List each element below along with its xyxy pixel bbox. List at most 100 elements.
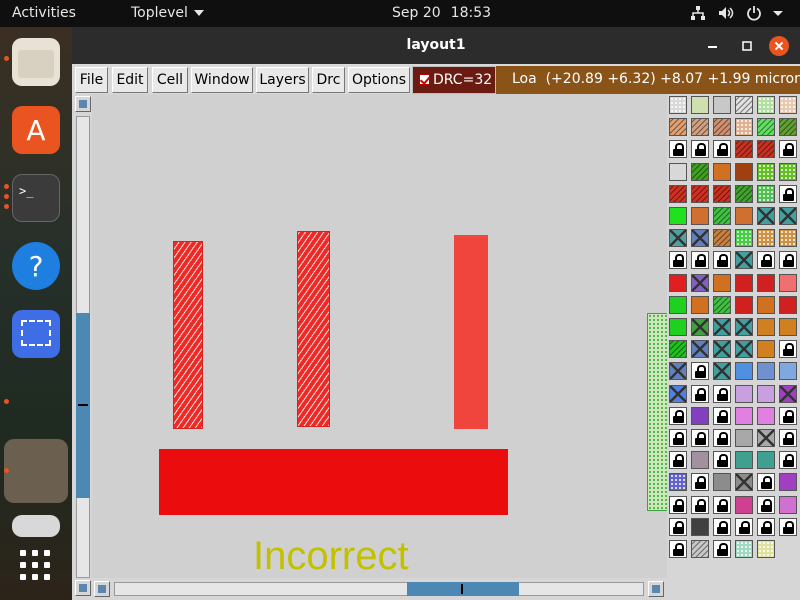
scroll-down-button[interactable]	[75, 580, 91, 596]
layer-swatch[interactable]	[713, 296, 731, 314]
layer-swatch[interactable]	[735, 296, 753, 314]
scroll-left-button[interactable]	[94, 581, 110, 597]
horizontal-scrollbar[interactable]	[92, 578, 667, 600]
layer-swatch[interactable]	[713, 473, 731, 491]
layer-swatch[interactable]	[691, 496, 709, 514]
layer-swatch[interactable]	[757, 451, 775, 469]
scroll-right-button[interactable]	[648, 581, 664, 597]
grid-icon[interactable]	[20, 550, 52, 582]
horizontal-scroll-thumb[interactable]	[407, 582, 519, 596]
layer-swatch[interactable]	[713, 340, 731, 358]
layer-swatch[interactable]	[735, 518, 753, 536]
layer-swatch[interactable]	[779, 429, 797, 447]
layer-swatch[interactable]	[779, 385, 797, 403]
system-tray[interactable]	[690, 5, 786, 23]
layer-swatch[interactable]	[713, 229, 731, 247]
layer-swatch[interactable]	[757, 340, 775, 358]
layer-swatch[interactable]	[669, 140, 687, 158]
layer-swatch[interactable]	[713, 118, 731, 136]
menu-options[interactable]: Options	[348, 67, 410, 93]
layer-swatch[interactable]	[669, 318, 687, 336]
layer-swatch[interactable]	[757, 118, 775, 136]
minimize-icon[interactable]	[703, 36, 723, 56]
layer-swatch[interactable]	[735, 385, 753, 403]
layer-swatch[interactable]	[713, 96, 731, 114]
layer-swatch[interactable]	[669, 362, 687, 380]
layer-swatch[interactable]	[757, 540, 775, 558]
layer-swatch[interactable]	[713, 518, 731, 536]
layer-swatch[interactable]	[669, 340, 687, 358]
layer-swatch[interactable]	[779, 96, 797, 114]
layer-swatch[interactable]	[779, 163, 797, 181]
layer-swatch[interactable]	[779, 451, 797, 469]
software-icon[interactable]: A	[12, 106, 60, 154]
layer-swatch[interactable]	[757, 362, 775, 380]
layer-swatch[interactable]	[779, 185, 797, 203]
layer-swatch[interactable]	[691, 407, 709, 425]
layer-swatch[interactable]	[779, 140, 797, 158]
drc-toggle[interactable]: DRC=32	[412, 66, 496, 94]
layer-swatch[interactable]	[691, 140, 709, 158]
layer-swatch[interactable]	[779, 229, 797, 247]
layer-swatch[interactable]	[735, 251, 753, 269]
vertical-scrollbar[interactable]	[72, 94, 92, 600]
layer-swatch[interactable]	[757, 296, 775, 314]
layer-swatch[interactable]	[757, 140, 775, 158]
layer-swatch[interactable]	[757, 496, 775, 514]
window-titlebar[interactable]: layout1	[72, 27, 800, 64]
layer-swatch[interactable]	[669, 407, 687, 425]
layer-swatch[interactable]	[735, 362, 753, 380]
layer-swatch[interactable]	[713, 140, 731, 158]
terminal-icon[interactable]: >_	[12, 174, 60, 222]
layer-swatch[interactable]	[757, 318, 775, 336]
layer-swatch[interactable]	[713, 185, 731, 203]
layer-swatch[interactable]	[713, 207, 731, 225]
layer-swatch[interactable]	[779, 207, 797, 225]
layer-swatch[interactable]	[735, 274, 753, 292]
layer-swatch[interactable]	[735, 340, 753, 358]
layer-swatch[interactable]	[691, 540, 709, 558]
layer-swatch[interactable]	[713, 451, 731, 469]
layer-swatch[interactable]	[735, 207, 753, 225]
layer-swatch[interactable]	[691, 340, 709, 358]
layer-swatch[interactable]	[735, 496, 753, 514]
layer-swatch[interactable]	[691, 96, 709, 114]
menu-drc[interactable]: Drc	[312, 67, 345, 93]
layer-swatch[interactable]	[691, 518, 709, 536]
layer-swatch[interactable]	[669, 118, 687, 136]
layer-swatch[interactable]	[779, 496, 797, 514]
screenshot-icon[interactable]	[12, 310, 60, 358]
layer-swatch[interactable]	[669, 473, 687, 491]
layer-swatch[interactable]	[757, 518, 775, 536]
menu-cell[interactable]: Cell	[152, 67, 188, 93]
layer-swatch[interactable]	[779, 362, 797, 380]
layer-swatch[interactable]	[669, 429, 687, 447]
layer-swatch[interactable]	[691, 318, 709, 336]
activities-button[interactable]: Activities	[12, 5, 76, 21]
layout-rect-hatched-middle[interactable]	[297, 231, 330, 427]
layer-swatch[interactable]	[713, 407, 731, 425]
layer-swatch[interactable]	[735, 451, 753, 469]
layer-swatch[interactable]	[757, 207, 775, 225]
layer-swatch[interactable]	[757, 385, 775, 403]
layer-swatch[interactable]	[757, 96, 775, 114]
layer-swatch[interactable]	[669, 96, 687, 114]
layer-swatch[interactable]	[735, 163, 753, 181]
files-icon[interactable]	[12, 38, 60, 86]
layer-swatch[interactable]	[669, 251, 687, 269]
layer-swatch[interactable]	[691, 118, 709, 136]
layer-swatch[interactable]	[691, 207, 709, 225]
layout-rect-hatched-left[interactable]	[173, 241, 203, 429]
layer-swatch[interactable]	[779, 407, 797, 425]
layer-swatch[interactable]	[757, 274, 775, 292]
layer-swatch[interactable]	[669, 229, 687, 247]
help-icon[interactable]: ?	[12, 242, 60, 290]
layer-swatch[interactable]	[735, 407, 753, 425]
layer-swatch[interactable]	[713, 318, 731, 336]
layer-swatch[interactable]	[779, 274, 797, 292]
layout-rect-green[interactable]	[647, 313, 667, 511]
layer-swatch[interactable]	[691, 251, 709, 269]
layer-swatch[interactable]	[691, 163, 709, 181]
layer-swatch[interactable]	[779, 296, 797, 314]
layer-swatch[interactable]	[757, 251, 775, 269]
